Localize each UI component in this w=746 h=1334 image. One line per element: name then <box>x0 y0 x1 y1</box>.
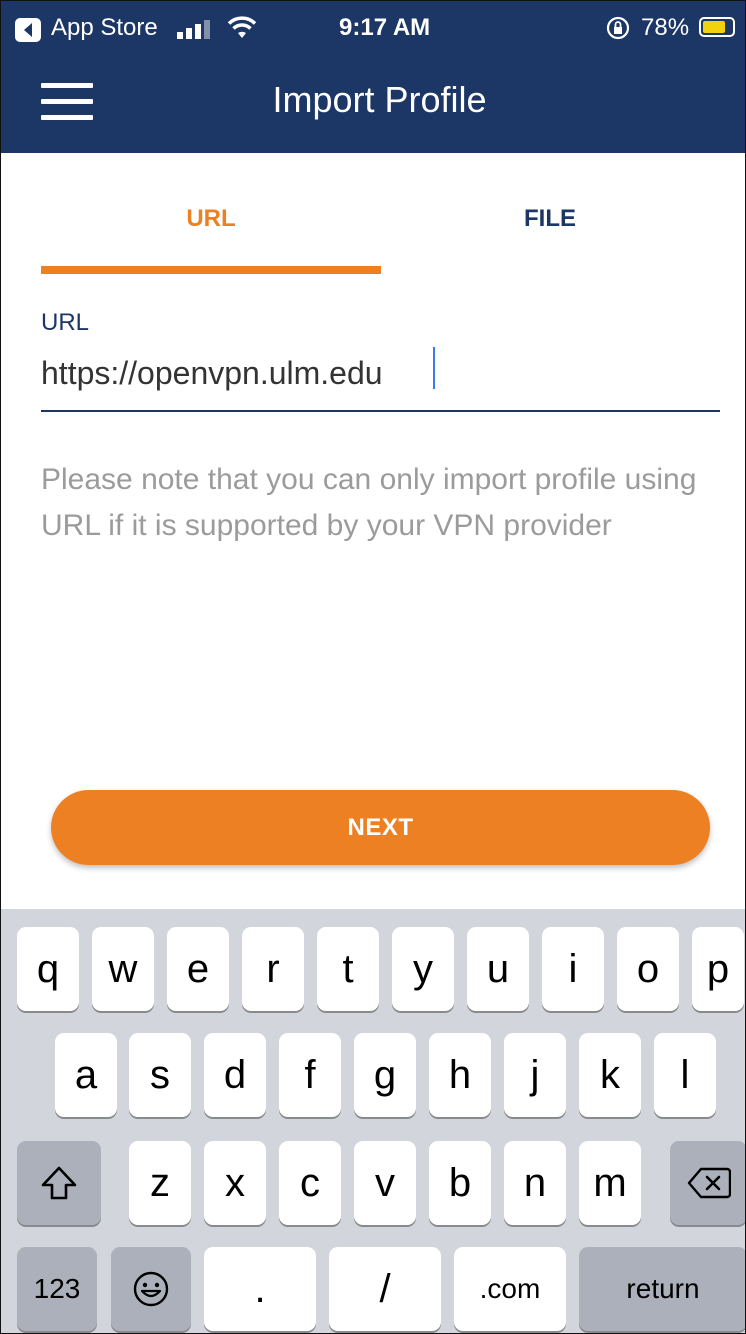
key-s[interactable]: s <box>129 1033 191 1117</box>
tab-url[interactable]: URL <box>41 205 381 233</box>
key-b[interactable]: b <box>429 1141 491 1225</box>
url-field-label: URL <box>41 309 90 336</box>
key-f[interactable]: f <box>279 1033 341 1117</box>
tab-file[interactable]: FILE <box>380 205 720 233</box>
shift-icon <box>41 1166 77 1200</box>
return-key[interactable]: return <box>579 1247 745 1331</box>
text-cursor <box>433 347 435 389</box>
emoji-key[interactable] <box>111 1247 191 1331</box>
key-x[interactable]: x <box>204 1141 266 1225</box>
url-input[interactable] <box>41 347 711 399</box>
key-t[interactable]: t <box>317 927 379 1011</box>
key-d[interactable]: d <box>204 1033 266 1117</box>
numbers-key[interactable]: 123 <box>17 1247 97 1331</box>
key-k[interactable]: k <box>579 1033 641 1117</box>
url-field-underline <box>41 410 720 412</box>
backspace-icon <box>687 1167 731 1199</box>
back-arrow-icon[interactable] <box>15 18 41 42</box>
app-screen: App Store 9:17 AM 78% Import Profile URL… <box>0 0 746 1334</box>
key-n[interactable]: n <box>504 1141 566 1225</box>
period-key[interactable]: . <box>204 1247 316 1331</box>
key-e[interactable]: e <box>167 927 229 1011</box>
battery-percent: 78% <box>641 14 690 41</box>
emoji-icon <box>133 1271 169 1307</box>
key-m[interactable]: m <box>579 1141 641 1225</box>
wifi-icon <box>227 16 257 38</box>
key-j[interactable]: j <box>504 1033 566 1117</box>
key-h[interactable]: h <box>429 1033 491 1117</box>
key-g[interactable]: g <box>354 1033 416 1117</box>
key-u[interactable]: u <box>467 927 529 1011</box>
active-tab-indicator <box>41 266 381 274</box>
back-app-label[interactable]: App Store <box>51 14 158 42</box>
key-q[interactable]: q <box>17 927 79 1011</box>
key-r[interactable]: r <box>242 927 304 1011</box>
key-a[interactable]: a <box>55 1033 117 1117</box>
key-w[interactable]: w <box>92 927 154 1011</box>
key-y[interactable]: y <box>392 927 454 1011</box>
app-header: App Store 9:17 AM 78% Import Profile <box>1 1 745 153</box>
next-button[interactable]: NEXT <box>51 790 710 865</box>
cellular-signal-icon <box>177 20 210 39</box>
shift-key[interactable] <box>17 1141 101 1225</box>
dotcom-key[interactable]: .com <box>454 1247 566 1331</box>
status-bar: App Store 9:17 AM 78% <box>1 1 745 57</box>
url-import-note: Please note that you can only import pro… <box>41 463 697 542</box>
battery-icon <box>699 17 735 37</box>
status-time: 9:17 AM <box>339 14 431 41</box>
delete-key[interactable] <box>670 1141 745 1225</box>
key-c[interactable]: c <box>279 1141 341 1225</box>
onscreen-keyboard: q w e r t y u i o p a s d f g h j k l z … <box>1 909 745 1333</box>
orientation-lock-icon <box>606 16 630 40</box>
slash-key[interactable]: / <box>329 1247 441 1331</box>
key-i[interactable]: i <box>542 927 604 1011</box>
key-v[interactable]: v <box>354 1141 416 1225</box>
page-title: Import Profile <box>272 79 487 120</box>
key-l[interactable]: l <box>654 1033 716 1117</box>
key-o[interactable]: o <box>617 927 679 1011</box>
key-p[interactable]: p <box>692 927 744 1011</box>
battery-level <box>703 21 725 33</box>
key-z[interactable]: z <box>129 1141 191 1225</box>
